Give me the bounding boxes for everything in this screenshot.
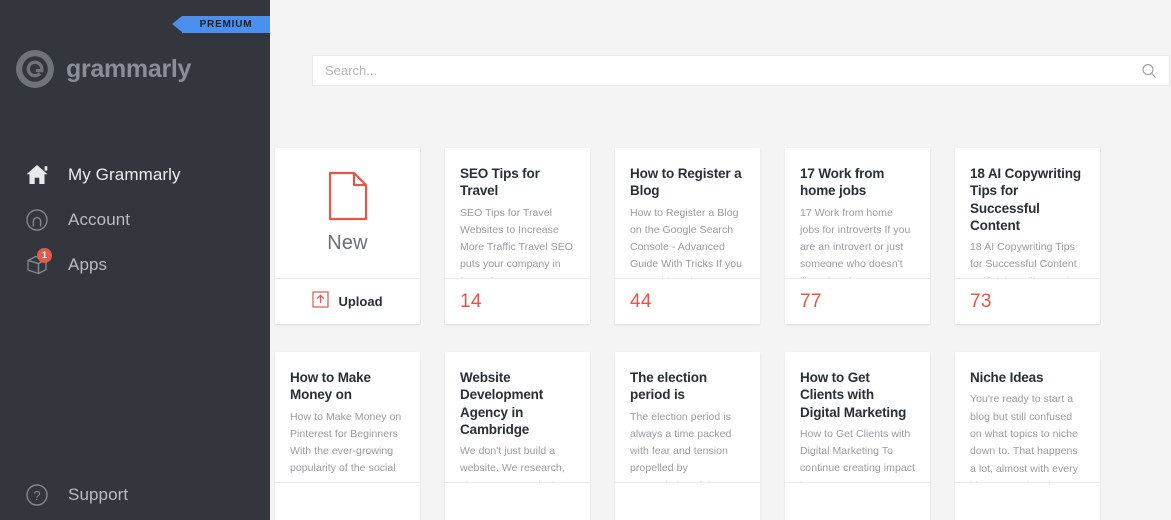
document-card[interactable]: Website Development Agency in Cambridge … (445, 352, 590, 520)
support-label: Support (68, 485, 129, 504)
document-card-body: Niche Ideas You're ready to start a blog… (955, 352, 1100, 482)
document-card-body: 18 AI Copywriting Tips for Successful Co… (955, 148, 1100, 278)
premium-badge-label: PREMIUM (199, 19, 253, 30)
document-excerpt: How to Register a Blog on the Google Sea… (630, 206, 743, 278)
document-page-icon (327, 171, 369, 226)
home-icon (22, 160, 52, 190)
premium-badge: PREMIUM (172, 16, 270, 33)
sidebar-item-apps[interactable]: 1 Apps (0, 242, 270, 287)
sidebar-item-label: Apps (68, 254, 108, 274)
document-score: 14 (460, 290, 482, 312)
brand-wordmark: grammarly (66, 54, 192, 83)
document-title: How to Get Clients with Digital Marketin… (800, 370, 907, 420)
upload-box-icon (312, 290, 330, 313)
document-card[interactable]: SEO Tips for Travel SEO Tips for Travel … (445, 148, 590, 324)
sidebar-item-support[interactable]: ? Support (0, 470, 270, 520)
document-card-body: How to Make Money on How to Make Money o… (275, 352, 420, 482)
document-title: How to Make Money on (290, 370, 371, 403)
sidebar-item-my-grammarly[interactable]: My Grammarly (0, 152, 270, 197)
new-label: New (327, 232, 368, 254)
sidebar-item-account[interactable]: Account (0, 197, 270, 242)
document-card-body: Website Development Agency in Cambridge … (445, 352, 590, 482)
apps-cube-icon: 1 (22, 247, 52, 280)
document-card-body: How to Get Clients with Digital Marketin… (785, 352, 930, 482)
document-card-footer (955, 482, 1100, 520)
document-card[interactable]: How to Register a Blog How to Register a… (615, 148, 760, 324)
search-input[interactable] (325, 63, 1141, 78)
sidebar-item-label: My Grammarly (68, 164, 181, 184)
document-card-footer: 73 (955, 278, 1100, 324)
document-card-footer (445, 482, 590, 520)
document-title: The election period is (630, 370, 707, 403)
document-card-footer: 77 (785, 278, 930, 324)
document-card[interactable]: How to Get Clients with Digital Marketin… (785, 352, 930, 520)
document-title: Niche Ideas (970, 370, 1044, 385)
document-card-body: SEO Tips for Travel SEO Tips for Travel … (445, 148, 590, 278)
document-excerpt: We don't just build a website. We resear… (460, 445, 566, 482)
account-icon (22, 205, 52, 235)
document-excerpt: How to Get Clients with Digital Marketin… (800, 427, 916, 482)
sidebar-item-label: Account (68, 209, 131, 229)
document-card-footer: 14 (445, 278, 590, 324)
document-excerpt: 18 AI Copywriting Tips for Successful Co… (970, 241, 1077, 278)
search-bar[interactable] (312, 55, 1170, 86)
main-content: New Upload SEO Tips for Trave (270, 0, 1171, 520)
document-excerpt: SEO Tips for Travel Websites to Increase… (460, 206, 573, 278)
new-document-button[interactable]: New (275, 148, 420, 278)
document-grid: New Upload SEO Tips for Travel SEO Tips … (275, 148, 1171, 520)
document-card-body: The election period is The election peri… (615, 352, 760, 482)
help-circle-icon: ? (22, 480, 52, 510)
document-score: 77 (800, 290, 822, 312)
document-card-body: How to Register a Blog How to Register a… (615, 148, 760, 278)
search-icon[interactable] (1141, 63, 1157, 79)
document-excerpt: How to Make Money on Pinterest for Begin… (290, 410, 402, 475)
document-score: 44 (630, 290, 652, 312)
document-title: How to Register a Blog (630, 166, 742, 199)
sidebar: PREMIUM grammarly My Grammarly Account 1… (0, 0, 270, 520)
document-score: 73 (970, 290, 992, 312)
document-card-footer (615, 482, 760, 520)
document-card[interactable]: Niche Ideas You're ready to start a blog… (955, 352, 1100, 520)
document-excerpt: 17 Work from home jobs for introverts If… (800, 206, 911, 278)
document-card[interactable]: 17 Work from home jobs 17 Work from home… (785, 148, 930, 324)
document-card-footer (785, 482, 930, 520)
document-excerpt: The election period is always a time pac… (630, 410, 732, 482)
document-title: 17 Work from home jobs (800, 166, 885, 199)
upload-button[interactable]: Upload (275, 278, 420, 324)
document-card-footer: 44 (615, 278, 760, 324)
document-card-footer (275, 482, 420, 520)
document-excerpt: You're ready to start a blog but still c… (970, 393, 1078, 482)
document-title: 18 AI Copywriting Tips for Successful Co… (970, 166, 1081, 233)
grammarly-app: PREMIUM grammarly My Grammarly Account 1… (0, 0, 1171, 520)
document-card[interactable]: The election period is The election peri… (615, 352, 760, 520)
document-title: SEO Tips for Travel (460, 166, 540, 199)
svg-text:?: ? (33, 488, 40, 503)
document-title: Website Development Agency in Cambridge (460, 370, 544, 437)
new-document-card[interactable]: New Upload (275, 148, 420, 324)
sidebar-nav: My Grammarly Account 1 Apps (0, 152, 270, 287)
document-card[interactable]: 18 AI Copywriting Tips for Successful Co… (955, 148, 1100, 324)
brand-logo[interactable]: grammarly (16, 50, 191, 88)
grammarly-g-logo-icon (16, 50, 54, 88)
document-card-body: 17 Work from home jobs 17 Work from home… (785, 148, 930, 278)
upload-label: Upload (338, 294, 383, 309)
apps-notification-badge: 1 (37, 247, 52, 263)
document-card[interactable]: How to Make Money on How to Make Money o… (275, 352, 420, 520)
